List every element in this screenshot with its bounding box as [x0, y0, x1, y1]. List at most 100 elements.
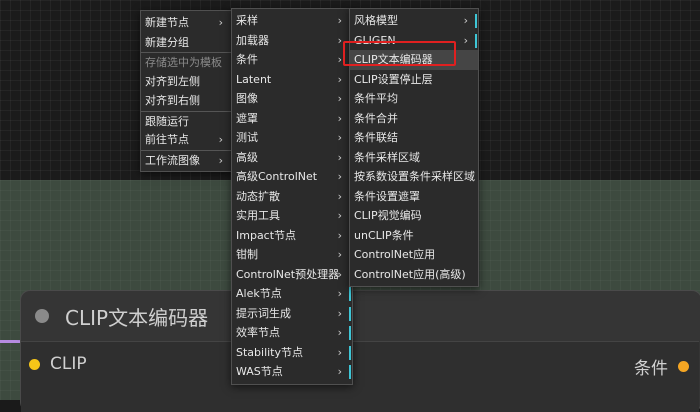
category-menu-item[interactable]: WAS节点 › — [232, 362, 352, 382]
chevron-right-icon: › — [337, 287, 342, 300]
context-menu-item[interactable]: 工作流图像 › — [141, 149, 233, 170]
category-menu-item-label: 加载器 — [236, 33, 269, 47]
category-menu-item[interactable]: Latent › — [232, 70, 352, 90]
chevron-right-icon: › — [337, 111, 342, 125]
chevron-right-icon: › — [337, 228, 342, 242]
chevron-right-icon: › — [218, 16, 223, 29]
context-menu-item-label: 前往节点 — [145, 133, 189, 146]
chevron-right-icon: › — [337, 170, 342, 183]
node-body: CLIP 条件 — [21, 341, 699, 412]
conditioning-menu-item-label: CLIP设置停止层 — [354, 72, 433, 86]
conditioning-menu-item[interactable]: 条件平均 — [350, 89, 478, 109]
context-menu-item[interactable]: 新建节点 › — [141, 13, 233, 33]
context-menu-item[interactable]: 跟随运行 — [141, 110, 233, 131]
category-menu-item[interactable]: Impact节点 › — [232, 226, 352, 246]
conditioning-menu-item[interactable]: 条件设置遮罩 — [350, 187, 478, 207]
category-menu-item-label: 实用工具 — [236, 209, 280, 222]
category-menu-item[interactable]: 动态扩散 › — [232, 187, 352, 207]
conditioning-menu-item[interactable]: 条件采样区域 — [350, 148, 478, 168]
output-pin-icon[interactable] — [678, 361, 689, 372]
category-menu-item-label: 效率节点 — [236, 326, 280, 339]
category-menu-item[interactable]: 条件 › — [232, 50, 352, 70]
chevron-right-icon: › — [337, 72, 342, 86]
context-menu-item-label: 工作流图像 — [145, 153, 200, 167]
context-menu-item-label: 对齐到右侧 — [145, 94, 200, 107]
input-slot-label: CLIP — [50, 354, 87, 374]
chevron-right-icon: › — [337, 150, 342, 164]
conditioning-menu-item[interactable]: CLIP视觉编码 — [350, 206, 478, 226]
conditioning-menu-item[interactable]: 按系数设置条件采样区域 — [350, 167, 478, 187]
node-collapse-dot-icon[interactable] — [35, 309, 49, 323]
category-menu-item[interactable]: 测试 › — [232, 128, 352, 148]
conditioning-menu-item[interactable]: ControlNet应用 — [350, 245, 478, 265]
chevron-right-icon: › — [337, 345, 342, 359]
chevron-right-icon: › — [337, 326, 342, 339]
category-menu-item[interactable]: 钳制 › — [232, 245, 352, 265]
conditioning-menu-item[interactable]: 条件联结 — [350, 128, 478, 148]
node-title-bar[interactable]: CLIP文本编码器 — [35, 301, 208, 331]
conditioning-menu-item[interactable]: ControlNet应用(高级) — [350, 265, 478, 285]
category-menu-item[interactable]: 实用工具 › — [232, 206, 352, 226]
category-menu-item-label: 高级 — [236, 150, 258, 164]
category-menu-item[interactable]: 加载器 › — [232, 31, 352, 51]
context-menu-item[interactable]: 对齐到右侧 — [141, 91, 233, 111]
chevron-right-icon: › — [218, 153, 223, 167]
chevron-right-icon: › — [337, 306, 342, 320]
submenu-indicator-bar — [349, 287, 351, 301]
chevron-right-icon: › — [337, 131, 342, 144]
chevron-right-icon: › — [337, 33, 342, 47]
conditioning-menu-item-label: unCLIP条件 — [354, 228, 414, 242]
category-menu-item[interactable]: 遮罩 › — [232, 109, 352, 129]
category-menu-item[interactable]: 效率节点 › — [232, 323, 352, 343]
category-menu-item[interactable]: 提示词生成 › — [232, 304, 352, 324]
conditioning-menu-item-label: 条件采样区域 — [354, 150, 420, 164]
submenu-indicator-bar — [349, 306, 351, 321]
input-slot-clip[interactable]: CLIP — [29, 354, 87, 374]
context-menu: 新建节点 › 新建分组 存储选中为模板 对齐到左侧 对齐到右侧 跟随运行 前往节点 › 工作流图像… — [140, 10, 234, 172]
category-menu-item-label: 采样 — [236, 14, 258, 27]
highlight-box — [343, 41, 456, 66]
conditioning-menu-item[interactable]: CLIP设置停止层 — [350, 70, 478, 90]
submenu-indicator-bar — [349, 365, 351, 379]
category-menu-item[interactable]: 图像 › — [232, 89, 352, 109]
category-menu-item-label: ControlNet预处理器 — [236, 267, 340, 281]
category-menu-item-label: Alek节点 — [236, 287, 282, 300]
conditioning-menu-item-label: 条件平均 — [354, 92, 398, 105]
category-menu-item[interactable]: Stability节点 › — [232, 343, 352, 363]
node-title: CLIP文本编码器 — [65, 305, 209, 330]
category-menu-item[interactable]: ControlNet预处理器 › — [232, 265, 352, 285]
context-menu-item[interactable]: 存储选中为模板 — [141, 52, 233, 72]
context-menu-item[interactable]: 新建分组 — [141, 33, 233, 53]
chevron-right-icon: › — [337, 248, 342, 261]
category-menu-item-label: Impact节点 — [236, 228, 297, 242]
chevron-right-icon: › — [463, 14, 468, 27]
clip-text-encoder-node[interactable]: CLIP文本编码器 CLIP 条件 — [20, 290, 700, 412]
chevron-right-icon: › — [337, 267, 342, 281]
category-menu-item[interactable]: 高级 › — [232, 148, 352, 168]
chevron-right-icon: › — [337, 53, 342, 66]
context-menu-item-label: 新建节点 — [145, 16, 189, 29]
conditioning-menu-item[interactable]: unCLIP条件 — [350, 226, 478, 246]
category-menu-item[interactable]: 高级ControlNet › — [232, 167, 352, 187]
submenu-indicator-bar — [475, 33, 477, 48]
conditioning-menu-item[interactable]: 条件合并 — [350, 109, 478, 129]
context-menu-item-label: 对齐到左侧 — [145, 74, 200, 88]
submenu-indicator-bar — [349, 326, 351, 340]
chevron-right-icon: › — [337, 189, 342, 203]
conditioning-menu-item-label: 按系数设置条件采样区域 — [354, 170, 475, 183]
category-menu-item-label: 遮罩 — [236, 111, 258, 125]
context-menu-item-label: 跟随运行 — [145, 114, 189, 128]
conditioning-menu-item-label: 条件设置遮罩 — [354, 189, 420, 203]
category-menu-item-label: 条件 — [236, 53, 258, 66]
category-menu-item[interactable]: Alek节点 › — [232, 284, 352, 304]
context-menu-item[interactable]: 前往节点 › — [141, 130, 233, 150]
conditioning-menu-item-label: 条件联结 — [354, 131, 398, 144]
output-slot-conditioning[interactable]: 条件 — [634, 354, 689, 379]
input-pin-icon[interactable] — [29, 358, 40, 370]
context-menu-item[interactable]: 对齐到左侧 — [141, 72, 233, 92]
conditioning-menu-item-label: ControlNet应用(高级) — [354, 267, 466, 281]
conditioning-menu-item-label: 风格模型 — [354, 14, 398, 27]
category-menu-item[interactable]: 采样 › — [232, 11, 352, 31]
conditioning-menu-item[interactable]: 风格模型 › — [350, 11, 478, 31]
conditioning-menu-item-label: ControlNet应用 — [354, 248, 436, 261]
